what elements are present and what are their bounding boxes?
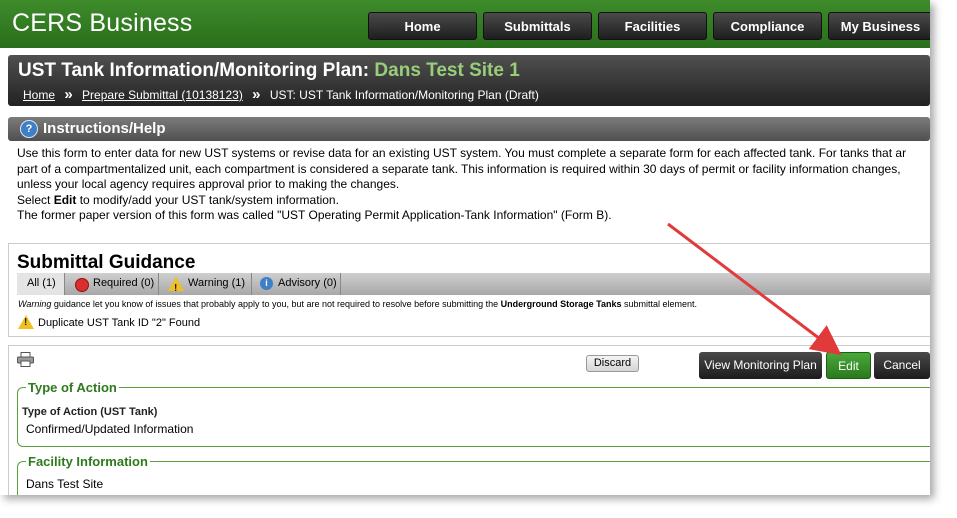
tab-all[interactable]: All (1) (17, 273, 65, 295)
nav-home-button[interactable]: Home (368, 12, 477, 40)
guidance-note: Warning guidance let you know of issues … (18, 299, 697, 309)
info-icon: i (260, 277, 273, 290)
instructions-text: to modify/add your UST tank/system infor… (76, 192, 339, 207)
page-title-banner: UST Tank Information/Monitoring Plan: Da… (8, 55, 930, 106)
guidance-note-text: submittal element. (621, 299, 698, 309)
page: CERS Business Home Submittals Facilities… (0, 0, 930, 495)
instructions-header[interactable]: ? Instructions/Help (8, 117, 930, 141)
tab-warning-label: Warning (1) (188, 277, 246, 289)
instructions-text: Select (17, 192, 54, 207)
instructions-edit-emphasis: Edit (53, 192, 77, 207)
tab-advisory-label: Advisory (0) (278, 277, 337, 289)
breadcrumb-separator: » (252, 86, 261, 103)
nav-submittals-button[interactable]: Submittals (483, 12, 592, 40)
submittal-guidance-title: Submittal Guidance (17, 252, 196, 273)
facility-information-legend: Facility Information (26, 454, 150, 469)
guidance-note-bold: Underground Storage Tanks (500, 299, 622, 309)
breadcrumb-separator: » (64, 86, 73, 103)
breadcrumb-current: UST: UST Tank Information/Monitoring Pla… (269, 88, 539, 102)
instructions-line: Select Edit to modify/add your UST tank/… (17, 193, 930, 209)
breadcrumb-home-link[interactable]: Home (23, 88, 55, 102)
edit-button[interactable]: Edit (826, 352, 871, 379)
tab-required-label: Required (0) (93, 277, 155, 289)
tab-warning[interactable]: Warning (1) (159, 273, 252, 299)
warning-icon (18, 315, 34, 329)
facility-information-value: Dans Test Site (26, 477, 104, 491)
required-error-icon (75, 278, 89, 292)
tab-required[interactable]: Required (0) (65, 273, 159, 295)
nav-compliance-button[interactable]: Compliance (713, 12, 822, 40)
guidance-note-italic: Warning (18, 299, 52, 309)
nav-my-business-button[interactable]: My Business (828, 12, 930, 40)
app-brand[interactable]: CERS Business (12, 9, 192, 38)
instructions-line: Use this form to enter data for new UST … (17, 146, 907, 160)
help-icon: ? (20, 120, 38, 138)
nav-facilities-button[interactable]: Facilities (598, 12, 707, 40)
instructions-title: Instructions/Help (43, 120, 166, 137)
view-monitoring-plan-button[interactable]: View Monitoring Plan (699, 352, 822, 379)
instructions-line: part of a compartmentalized unit, each c… (17, 161, 901, 176)
type-of-action-label: Type of Action (UST Tank) (22, 406, 158, 418)
discard-button[interactable]: Discard (586, 355, 639, 372)
breadcrumb-prepare-submittal-link[interactable]: Prepare Submittal (10138123) (82, 88, 243, 102)
page-title-prefix: UST Tank Information/Monitoring Plan: (18, 60, 370, 81)
facility-information-section (17, 461, 930, 495)
guidance-item: Duplicate UST Tank ID "2" Found (38, 317, 201, 329)
tab-advisory[interactable]: i Advisory (0) (252, 273, 341, 295)
guidance-note-text: guidance let you know of issues that pro… (51, 299, 501, 309)
warning-icon (168, 277, 184, 299)
cancel-button[interactable]: Cancel (874, 352, 930, 379)
top-bar: CERS Business Home Submittals Facilities… (0, 0, 930, 48)
breadcrumb: Home » Prepare Submittal (10138123) » US… (23, 86, 539, 103)
tab-all-label: All (1) (27, 277, 56, 289)
instructions-body: Use this form to enter data for new UST … (17, 146, 930, 224)
type-of-action-value: Confirmed/Updated Information (26, 422, 194, 436)
guidance-tabs: All (1) Required (0) Warning (1) i Advis… (17, 273, 930, 299)
type-of-action-legend: Type of Action (26, 380, 119, 395)
site-name: Dans Test Site 1 (374, 60, 520, 81)
page-title: UST Tank Information/Monitoring Plan: Da… (18, 60, 520, 82)
instructions-line: unless your local agency requires approv… (17, 177, 400, 191)
printer-icon[interactable] (17, 352, 34, 367)
instructions-line: The former paper version of this form wa… (17, 208, 612, 222)
